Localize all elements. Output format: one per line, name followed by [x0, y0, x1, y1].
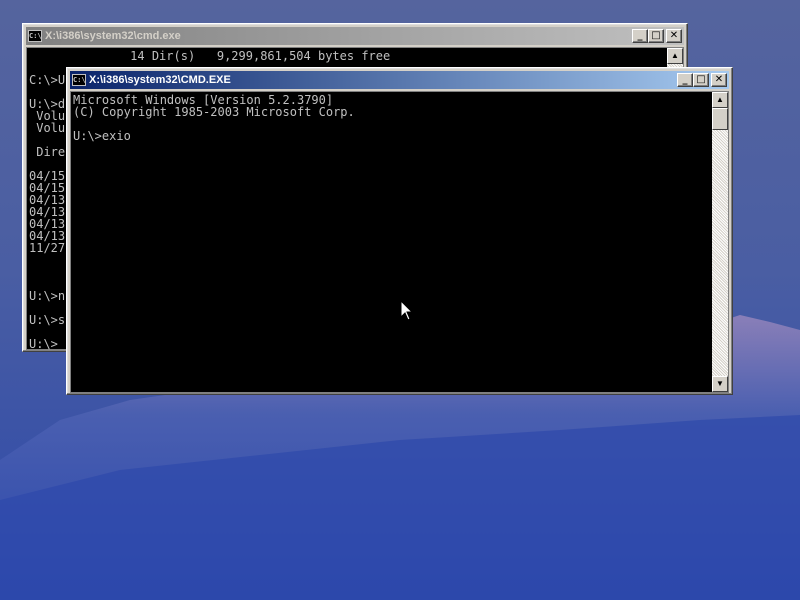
front-scrollbar[interactable]: ▲ ▼: [712, 92, 728, 392]
cmd-icon: C:\: [28, 30, 42, 42]
cmd-window-foreground[interactable]: C:\ X:\i386\system32\CMD.EXE _ □ ✕ Micro…: [66, 67, 733, 395]
mouse-pointer-icon: [400, 300, 414, 321]
front-window-titlebar[interactable]: C:\ X:\i386\system32\CMD.EXE _ □ ✕: [70, 71, 729, 89]
front-console-area[interactable]: Microsoft Windows [Version 5.2.3790] (C)…: [70, 91, 729, 393]
maximize-icon[interactable]: □: [648, 29, 664, 43]
front-console-text: Microsoft Windows [Version 5.2.3790] (C)…: [73, 93, 355, 143]
front-window-title: X:\i386\system32\CMD.EXE: [89, 74, 231, 86]
back-window-title: X:\i386\system32\cmd.exe: [45, 30, 181, 42]
scroll-up-icon[interactable]: ▲: [667, 48, 683, 64]
scroll-thumb[interactable]: [712, 108, 728, 130]
scroll-down-icon[interactable]: ▼: [712, 376, 728, 392]
minimize-icon[interactable]: _: [677, 73, 693, 87]
scroll-up-icon[interactable]: ▲: [712, 92, 728, 108]
close-icon[interactable]: ✕: [711, 73, 727, 87]
back-window-titlebar[interactable]: C:\ X:\i386\system32\cmd.exe _ □ ✕: [26, 27, 684, 45]
maximize-icon[interactable]: □: [693, 73, 709, 87]
cmd-icon: C:\: [72, 74, 86, 86]
minimize-icon[interactable]: _: [632, 29, 648, 43]
close-icon[interactable]: ✕: [666, 29, 682, 43]
